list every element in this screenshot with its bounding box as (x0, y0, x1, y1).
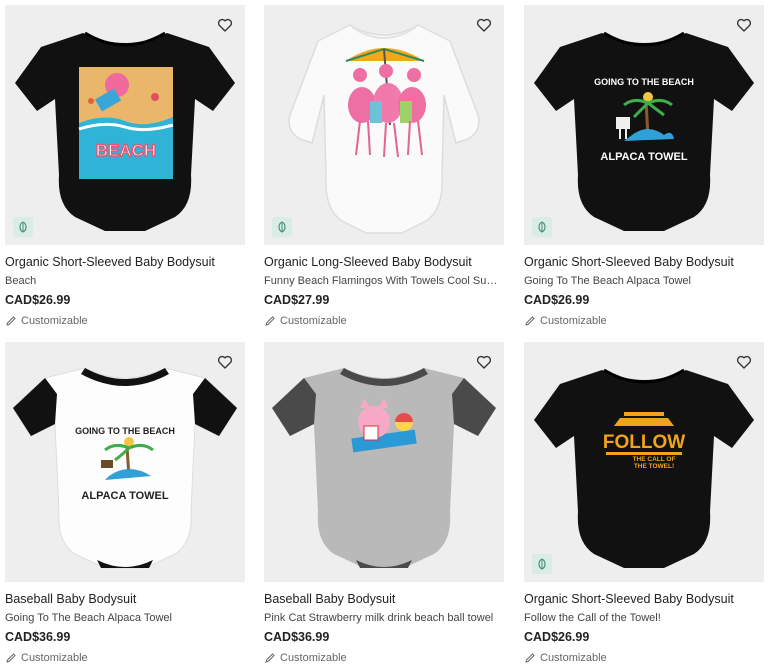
product-card[interactable]: FOLLOW THE CALL OF THE TOWEL! Organic Sh… (524, 342, 764, 665)
product-title[interactable]: Baseball Baby Bodysuit (264, 592, 504, 607)
print-text: BEACH (96, 141, 156, 160)
eco-leaf-icon (532, 217, 552, 237)
product-card[interactable]: GOING TO THE BEACH ALPACA TOWEL Organic … (524, 5, 764, 328)
product-image[interactable]: BEACH (5, 5, 245, 245)
product-subtitle: Going To The Beach Alpaca Towel (5, 612, 172, 624)
product-card[interactable]: GOING TO THE BEACH ALPACA TOWEL Baseball… (5, 342, 245, 665)
print-text: GOING TO THE BEACH (594, 77, 694, 87)
customizable-label: Customizable (5, 314, 245, 328)
customizable-text: Customizable (21, 315, 88, 327)
heart-icon[interactable] (732, 13, 756, 37)
product-image[interactable] (264, 342, 504, 582)
product-price: CAD$36.99 (264, 630, 330, 644)
bodysuit-image: BEACH (15, 31, 235, 231)
product-subtitle: Pink Cat Strawberry milk drink beach bal… (264, 612, 494, 624)
pencil-icon (265, 653, 275, 663)
heart-icon[interactable] (732, 350, 756, 374)
heart-icon[interactable] (213, 13, 237, 37)
product-price: CAD$27.99 (264, 293, 330, 307)
eco-leaf-icon (13, 217, 33, 237)
customizable-label: Customizable (264, 651, 504, 665)
product-image[interactable] (264, 5, 504, 245)
customizable-text: Customizable (280, 315, 347, 327)
heart-icon[interactable] (472, 13, 496, 37)
bodysuit-image (272, 368, 496, 568)
pencil-icon (265, 316, 275, 326)
customizable-text: Customizable (280, 652, 347, 664)
product-price: CAD$36.99 (5, 630, 71, 644)
print-text: THE CALL OF (633, 456, 676, 463)
product-image[interactable]: GOING TO THE BEACH ALPACA TOWEL (5, 342, 245, 582)
product-title[interactable]: Organic Short-Sleeved Baby Bodysuit (524, 255, 764, 270)
customizable-label: Customizable (5, 651, 245, 665)
customizable-label: Customizable (264, 314, 504, 328)
print-text: ALPACA TOWEL (81, 490, 168, 502)
bodysuit-image (288, 24, 480, 234)
customizable-text: Customizable (540, 315, 607, 327)
bodysuit-image: GOING TO THE BEACH ALPACA TOWEL (12, 367, 238, 569)
customizable-label: Customizable (524, 314, 764, 328)
product-price: CAD$26.99 (524, 293, 590, 307)
pencil-icon (525, 653, 535, 663)
product-subtitle: Funny Beach Flamingos With Towels Cool S… (264, 275, 504, 287)
bodysuit-image: FOLLOW THE CALL OF THE TOWEL! (534, 368, 754, 568)
product-subtitle: Beach (5, 275, 37, 287)
product-subtitle: Follow the Call of the Towel! (524, 612, 661, 624)
product-card[interactable]: Baseball Baby Bodysuit Pink Cat Strawber… (264, 342, 504, 665)
pencil-icon (6, 653, 16, 663)
print-text: FOLLOW (603, 432, 685, 453)
product-title[interactable]: Baseball Baby Bodysuit (5, 592, 245, 607)
product-subtitle: Going To The Beach Alpaca Towel (524, 275, 691, 287)
product-grid: BEACH Organic Short-Sleeved Baby Bodysui… (0, 0, 768, 664)
product-card[interactable]: BEACH Organic Short-Sleeved Baby Bodysui… (5, 5, 245, 328)
pencil-icon (6, 316, 16, 326)
print-text: THE TOWEL! (634, 463, 674, 470)
eco-leaf-icon (532, 554, 552, 574)
product-image[interactable]: FOLLOW THE CALL OF THE TOWEL! (524, 342, 764, 582)
product-title[interactable]: Organic Long-Sleeved Baby Bodysuit (264, 255, 504, 270)
product-card[interactable]: Organic Long-Sleeved Baby Bodysuit Funny… (264, 5, 504, 328)
product-price: CAD$26.99 (5, 293, 71, 307)
product-price: CAD$26.99 (524, 630, 590, 644)
print-text: ALPACA TOWEL (600, 151, 687, 163)
heart-icon[interactable] (213, 350, 237, 374)
heart-icon[interactable] (472, 350, 496, 374)
bodysuit-image: GOING TO THE BEACH ALPACA TOWEL (534, 31, 754, 231)
product-title[interactable]: Organic Short-Sleeved Baby Bodysuit (5, 255, 245, 270)
pencil-icon (525, 316, 535, 326)
customizable-text: Customizable (21, 652, 88, 664)
customizable-label: Customizable (524, 651, 764, 665)
product-image[interactable]: GOING TO THE BEACH ALPACA TOWEL (524, 5, 764, 245)
product-title[interactable]: Organic Short-Sleeved Baby Bodysuit (524, 592, 764, 607)
eco-leaf-icon (272, 217, 292, 237)
print-text: GOING TO THE BEACH (75, 426, 175, 436)
customizable-text: Customizable (540, 652, 607, 664)
